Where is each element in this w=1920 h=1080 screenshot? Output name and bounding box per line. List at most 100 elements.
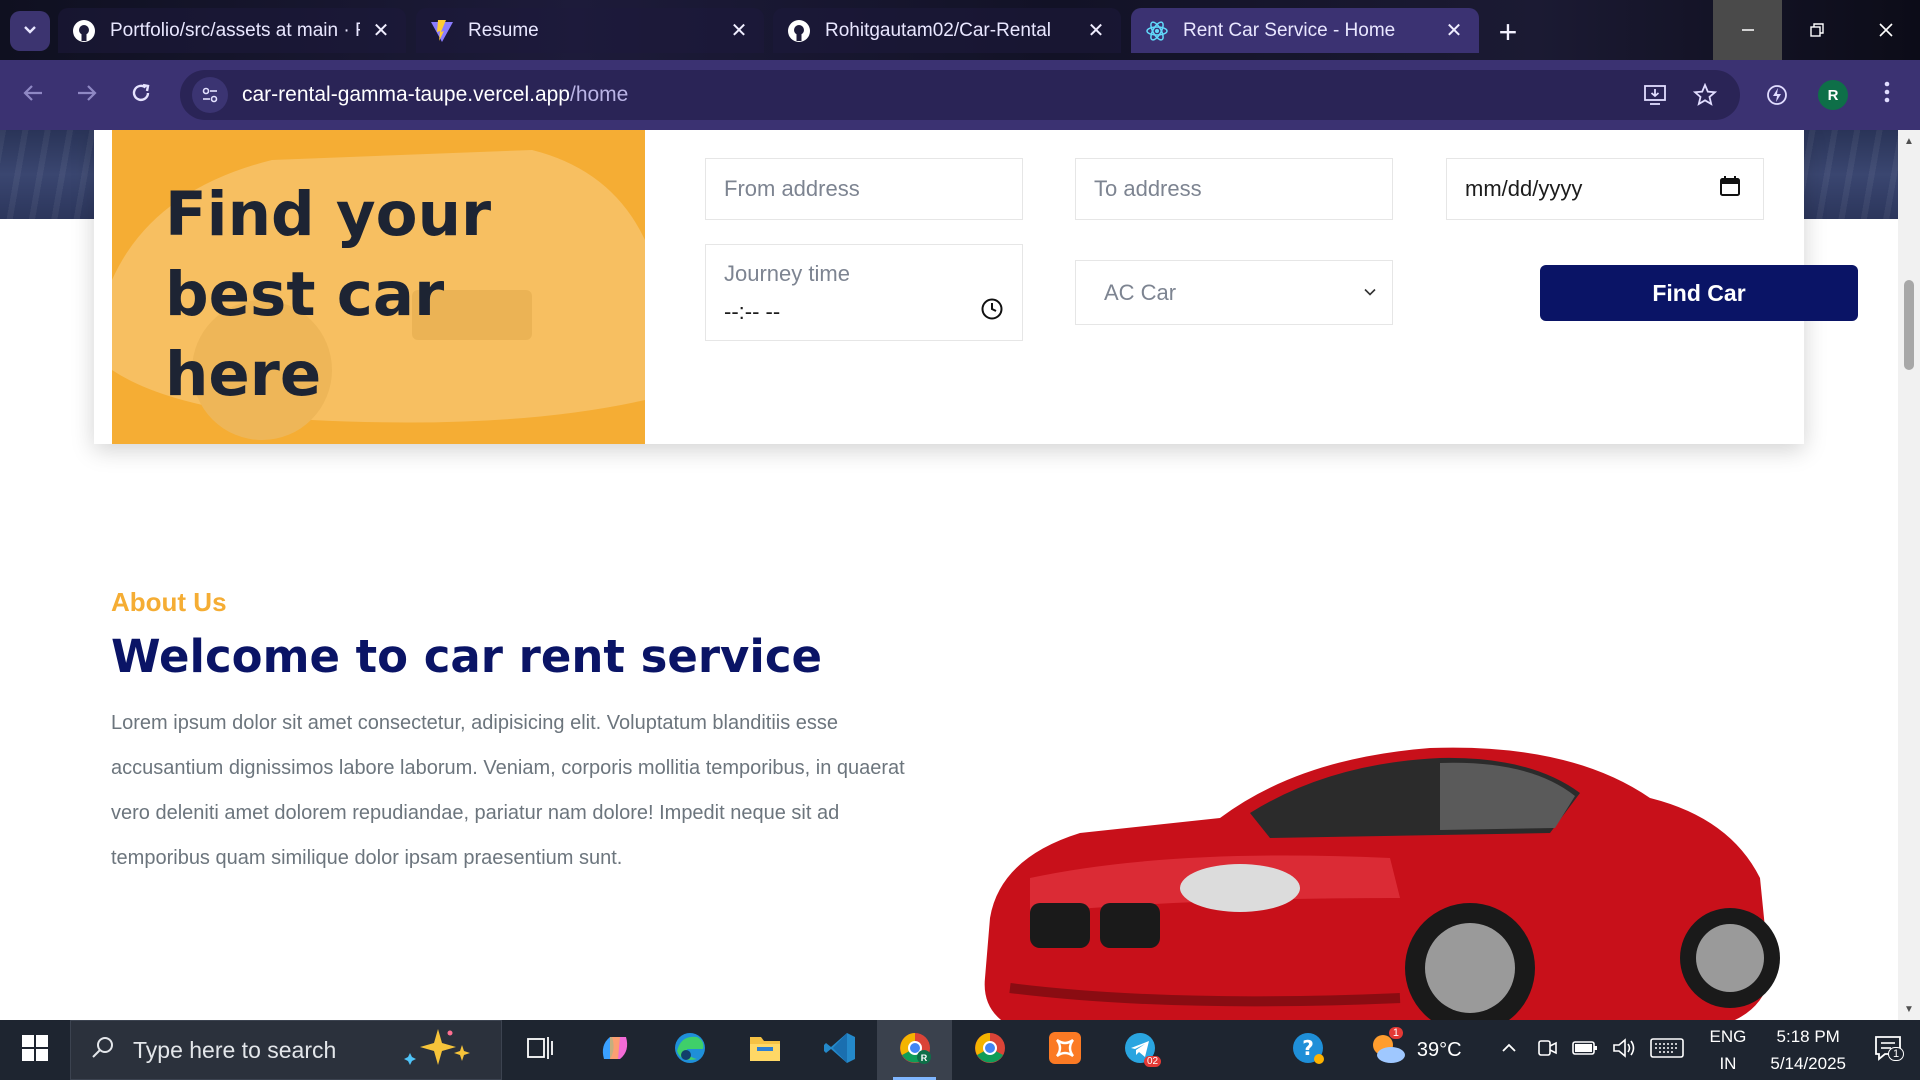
close-icon[interactable]: ✕ (728, 20, 750, 42)
language-indicator[interactable]: ENG IN (1710, 1023, 1747, 1077)
performance-icon[interactable] (1756, 74, 1798, 116)
window-controls (1713, 0, 1920, 60)
copilot-app-button[interactable] (577, 1020, 652, 1080)
scroll-up-arrow-icon[interactable]: ▲ (1898, 132, 1920, 150)
github-icon (72, 19, 96, 43)
region-code: IN (1719, 1054, 1737, 1073)
taskbar-search-box[interactable]: Type here to search (70, 1020, 502, 1080)
car-type-value: AC Car (1104, 279, 1177, 305)
arrow-left-icon (22, 80, 44, 111)
windows-taskbar: Type here to search R 02 ? 1 39°C ENG IN… (0, 1020, 1920, 1080)
browser-toolbar: car-rental-gamma-taupe.vercel.app /home … (0, 60, 1920, 130)
scroll-down-arrow-icon[interactable]: ▼ (1898, 1000, 1920, 1018)
menu-button[interactable] (1866, 74, 1908, 116)
to-address-placeholder: To address (1094, 176, 1202, 201)
tab-rent-car-service[interactable]: Rent Car Service - Home ✕ (1131, 8, 1479, 53)
copilot-sparkle-icon (400, 1027, 480, 1073)
copilot-icon (598, 1031, 632, 1070)
booking-form-card: Find your best car here From address To … (94, 130, 1858, 444)
help-icon[interactable]: ? (1291, 1031, 1325, 1070)
clock-icon[interactable] (980, 297, 1004, 327)
tab-resume[interactable]: Resume ✕ (416, 8, 764, 53)
xampp-app-button[interactable] (1027, 1020, 1102, 1080)
chrome-profile-app-button[interactable]: R (877, 1020, 952, 1080)
telegram-app-button[interactable]: 02 (1102, 1020, 1177, 1080)
chrome-app-button[interactable] (952, 1020, 1027, 1080)
journey-time-value: --:-- -- (724, 299, 781, 324)
language-code: ENG (1709, 1027, 1747, 1046)
to-address-input[interactable]: To address (1075, 158, 1393, 220)
red-car-image (984, 747, 1780, 1020)
task-view-button[interactable] (502, 1020, 577, 1080)
journey-time-input[interactable]: Journey time --:-- -- (705, 244, 1023, 341)
edge-icon (673, 1031, 707, 1070)
new-tab-button[interactable]: + (1488, 14, 1528, 50)
browser-tab-strip: Portfolio/src/assets at main · Rohitgaut… (0, 0, 1920, 60)
page-scrollbar[interactable]: ▲ ▼ (1898, 130, 1920, 1020)
clock-date: 5/14/2025 (1770, 1054, 1846, 1073)
address-bar[interactable]: car-rental-gamma-taupe.vercel.app /home (180, 70, 1740, 120)
bookmark-star-icon[interactable] (1690, 80, 1720, 110)
back-button[interactable] (12, 74, 54, 116)
scrollbar-thumb[interactable] (1904, 280, 1914, 370)
from-address-input[interactable]: From address (705, 158, 1023, 220)
chrome-icon (973, 1031, 1007, 1070)
about-title: Welcome to car rent service (111, 630, 823, 683)
weather-widget[interactable]: 1 39°C (1369, 1026, 1462, 1070)
volume-icon[interactable] (1612, 1037, 1636, 1064)
chevron-down-icon (1362, 280, 1378, 306)
booking-heading: Find your best car here (165, 179, 492, 410)
keyboard-icon[interactable] (1649, 1037, 1684, 1064)
journey-time-label: Journey time (724, 261, 850, 286)
booking-hero-panel: Find your best car here (112, 130, 645, 444)
telegram-unread-badge: 02 (1144, 1056, 1162, 1067)
file-explorer-icon (748, 1033, 782, 1068)
edge-app-button[interactable] (652, 1020, 727, 1080)
close-window-button[interactable] (1851, 0, 1920, 60)
clock[interactable]: 5:18 PM 5/14/2025 (1770, 1023, 1846, 1077)
about-label: About Us (111, 587, 227, 617)
xampp-icon (1048, 1031, 1082, 1070)
find-car-button[interactable]: Find Car (1540, 265, 1858, 321)
vscode-app-button[interactable] (802, 1020, 877, 1080)
vscode-icon (823, 1031, 857, 1070)
show-hidden-icons-chevron-icon[interactable] (1500, 1039, 1518, 1062)
file-explorer-app-button[interactable] (727, 1020, 802, 1080)
search-placeholder: Type here to search (133, 1036, 337, 1063)
install-app-icon[interactable] (1640, 80, 1670, 110)
notification-count-badge: 1 (1888, 1046, 1905, 1061)
close-icon[interactable]: ✕ (1443, 20, 1465, 42)
calendar-icon[interactable] (1719, 175, 1741, 203)
forward-button[interactable] (66, 74, 108, 116)
date-placeholder: mm/dd/yyyy (1465, 176, 1583, 201)
tab-title: Portfolio/src/assets at main · Rohitgaut… (110, 19, 360, 41)
notification-center-button[interactable]: 1 (1874, 1035, 1905, 1066)
journey-date-input[interactable]: mm/dd/yyyy (1446, 158, 1764, 220)
reload-button[interactable] (120, 74, 162, 116)
github-icon (787, 19, 811, 43)
tab-search-button[interactable] (10, 11, 50, 51)
vite-icon (430, 19, 454, 43)
avatar: R (1818, 80, 1848, 110)
tab-title: Resume (468, 19, 539, 41)
task-view-icon (526, 1035, 554, 1066)
close-icon[interactable]: ✕ (370, 20, 392, 42)
page-viewport: Find your best car here From address To … (0, 130, 1898, 1020)
arrow-right-icon (76, 80, 98, 111)
windows-logo-icon (22, 1034, 48, 1066)
more-vertical-icon (1884, 81, 1890, 110)
close-icon[interactable]: ✕ (1085, 20, 1107, 42)
meet-now-icon[interactable] (1536, 1037, 1558, 1064)
weather-alert-badge: 1 (1388, 1026, 1403, 1039)
minimize-button[interactable] (1713, 0, 1782, 60)
tab-title: Rohitgautam02/Car-Rental (825, 19, 1052, 41)
tab-car-rental-repo[interactable]: Rohitgautam02/Car-Rental ✕ (773, 8, 1121, 53)
profile-button[interactable]: R (1812, 74, 1854, 116)
tab-portfolio[interactable]: Portfolio/src/assets at main · Rohitgaut… (58, 8, 406, 53)
car-type-select[interactable]: AC Car (1075, 260, 1393, 325)
start-button[interactable] (0, 1020, 70, 1080)
restore-button[interactable] (1782, 0, 1851, 60)
site-settings-icon[interactable] (192, 77, 228, 113)
reload-icon (130, 80, 152, 111)
battery-icon[interactable] (1571, 1040, 1598, 1061)
